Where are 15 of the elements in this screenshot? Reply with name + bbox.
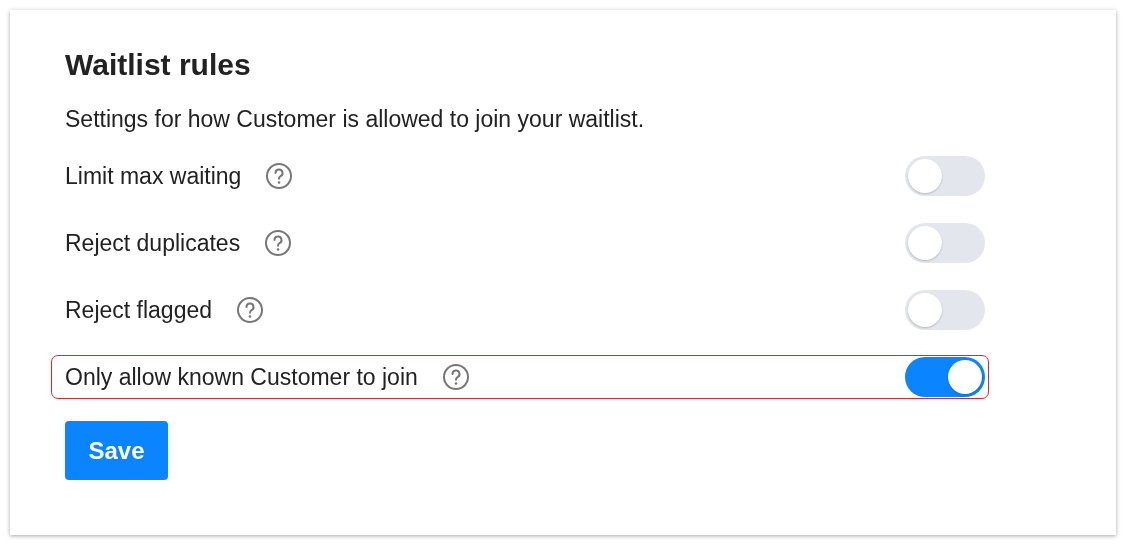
- setting-label: Reject duplicates: [65, 229, 241, 257]
- setting-label: Reject flagged: [65, 296, 213, 324]
- help-icon[interactable]: [441, 363, 470, 391]
- help-icon[interactable]: [264, 229, 293, 257]
- toggle-switch[interactable]: [905, 357, 985, 397]
- setting-label: Only allow known Customer to join: [65, 363, 418, 391]
- toggle-switch[interactable]: [905, 223, 985, 263]
- section-description: Settings for how Customer is allowed to join your waitlist.: [65, 106, 646, 133]
- section-title: Waitlist rules: [65, 48, 252, 83]
- toggle-switch[interactable]: [905, 290, 985, 330]
- toggle-switch[interactable]: [905, 156, 985, 196]
- setting-label: Limit max waiting: [65, 162, 242, 190]
- help-icon[interactable]: [236, 296, 265, 324]
- save-button[interactable]: Save: [65, 421, 168, 480]
- help-icon[interactable]: [265, 162, 294, 190]
